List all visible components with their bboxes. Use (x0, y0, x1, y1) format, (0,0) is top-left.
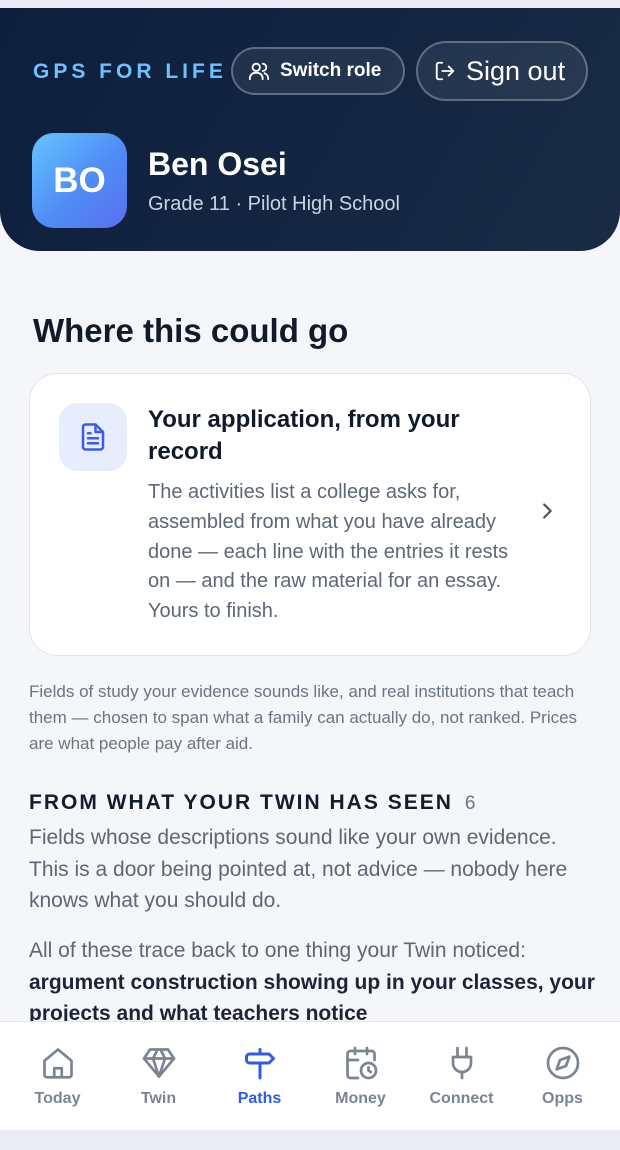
application-card[interactable]: Your application, from your record The a… (29, 373, 591, 656)
tab-connect-label: Connect (429, 1090, 494, 1107)
sign-out-label: Sign out (466, 55, 566, 86)
paths-note: Fields of study your evidence sounds lik… (29, 682, 578, 753)
user-meta: Grade 11 · Pilot High School (148, 193, 400, 215)
twin-section-trace: All of these trace back to one thing you… (29, 935, 599, 1030)
diamond-icon (142, 1048, 175, 1078)
trace-lead: All of these trace back to one thing you… (29, 939, 526, 962)
avatar: BO (32, 133, 127, 228)
tab-money-label: Money (335, 1090, 386, 1107)
card-title: Your application, from your record (148, 406, 460, 465)
switch-role-button[interactable]: Switch role (231, 47, 405, 95)
app-screen: GPS FOR LIFE Switch role Sign out BO Ben… (0, 0, 620, 1130)
brand-title: GPS FOR LIFE (33, 60, 227, 83)
user-name: Ben Osei (148, 146, 287, 182)
sign-out-icon (435, 61, 455, 81)
twin-section-heading: FROM WHAT YOUR TWIN HAS SEEN 6 (29, 791, 475, 815)
tab-paths-label: Paths (237, 1090, 282, 1107)
bottom-strip (0, 1130, 620, 1150)
top-strip (0, 0, 620, 8)
chevron-right-icon (543, 503, 552, 519)
calendar-clock-icon (345, 1046, 377, 1080)
tab-connect[interactable]: Connect (410, 1022, 513, 1130)
tab-opps[interactable]: Opps (511, 1022, 614, 1130)
tab-today-label: Today (34, 1090, 81, 1107)
tab-twin-label: Twin (140, 1090, 177, 1107)
card-icon-tile (59, 403, 127, 471)
bottom-tab-bar: Today Twin Paths Money Connect Opps (0, 1021, 620, 1130)
tab-today[interactable]: Today (6, 1022, 109, 1130)
profile-header: GPS FOR LIFE Switch role Sign out BO Ben… (0, 8, 620, 251)
compass-icon (546, 1046, 579, 1080)
tab-twin[interactable]: Twin (107, 1022, 210, 1130)
home-icon (42, 1048, 73, 1079)
plug-icon (451, 1046, 472, 1080)
users-icon (248, 62, 270, 81)
switch-role-label: Switch role (280, 60, 382, 81)
twin-section-title: FROM WHAT YOUR TWIN HAS SEEN (29, 791, 453, 814)
sign-out-button[interactable]: Sign out (416, 41, 588, 101)
tab-opps-label: Opps (542, 1090, 583, 1107)
tab-money[interactable]: Money (309, 1022, 412, 1130)
section-title: Where this could go (33, 312, 349, 349)
signpost-icon (244, 1048, 275, 1080)
trace-highlight: argument construction showing up in your… (29, 970, 595, 1026)
card-description: The activities list a college asks for, … (148, 481, 509, 623)
twin-section-count: 6 (464, 793, 476, 814)
twin-section-intro: Fields whose descriptions sound like you… (29, 826, 568, 912)
document-icon (81, 423, 105, 451)
tab-paths[interactable]: Paths (208, 1022, 311, 1130)
